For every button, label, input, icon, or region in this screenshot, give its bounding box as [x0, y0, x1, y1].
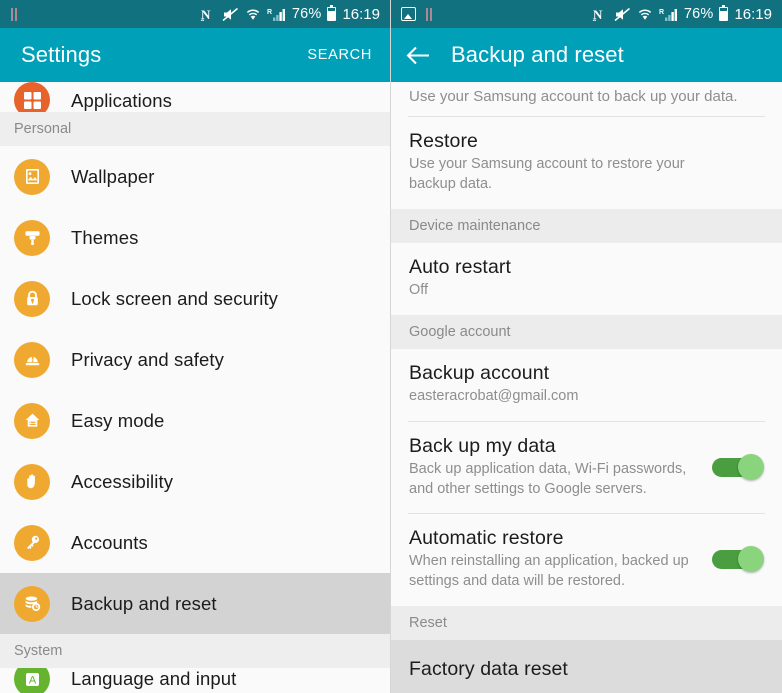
settings-app-bar: Settings SEARCH: [0, 28, 390, 82]
wallpaper-icon: [14, 158, 50, 195]
sidebar-item-wallpaper[interactable]: Wallpaper: [0, 146, 390, 207]
applications-icon: [14, 82, 50, 112]
item-description: When reinstalling an application, backed…: [409, 553, 689, 590]
sidebar-item-label: Accounts: [71, 531, 148, 553]
mute-icon: [222, 7, 239, 22]
sidebar-item-label: Language and input: [71, 668, 237, 689]
back-up-my-data-toggle[interactable]: [712, 453, 764, 480]
settings-panel: N R 76% 16:19 Settings SEARCH Applicatio…: [0, 0, 391, 693]
sidebar-item-label: Wallpaper: [71, 165, 155, 187]
item-title: Auto restart: [409, 255, 511, 278]
item-description: Use your Samsung account to restore your…: [409, 156, 685, 192]
item-description: easteracrobat@gmail.com: [409, 387, 579, 404]
backup-reset-icon: [14, 585, 50, 622]
settings-list: Applications Personal Wallpaper Themes L…: [0, 82, 390, 693]
sidebar-item-accounts[interactable]: Accounts: [0, 512, 390, 573]
svg-text:R: R: [267, 9, 272, 16]
svg-text:R: R: [659, 9, 664, 16]
sidebar-item-label: Accessibility: [71, 470, 174, 492]
sidebar-item-applications[interactable]: Applications: [0, 82, 390, 112]
list-item-automatic-restore[interactable]: Automatic restore When reinstalling an a…: [391, 514, 782, 606]
sidebar-item-themes[interactable]: Themes: [0, 207, 390, 268]
sidebar-item-label: Themes: [71, 226, 139, 248]
sidebar-item-lock-screen-and-security[interactable]: Lock screen and security: [0, 268, 390, 329]
battery-percent: 76%: [683, 6, 714, 22]
detail-app-bar: Backup and reset: [391, 28, 782, 82]
clipped-backup-description: Use your Samsung account to back up your…: [391, 82, 782, 116]
page-title: Backup and reset: [451, 42, 624, 67]
svg-text:A: A: [28, 674, 36, 686]
battery-percent: 76%: [291, 6, 322, 22]
themes-brush-icon: [14, 219, 50, 256]
dual-screenshot: N R 76% 16:19 Settings SEARCH Applicatio…: [0, 0, 782, 693]
section-header-reset: Reset: [391, 605, 782, 640]
status-bar-settings: N R 76% 16:19: [0, 0, 390, 28]
item-title: Factory data reset: [409, 657, 568, 680]
easy-mode-home-icon: [14, 402, 50, 439]
sidebar-item-easy-mode[interactable]: Easy mode: [0, 390, 390, 451]
gallery-icon: [401, 7, 416, 21]
item-title: Restore: [409, 130, 478, 152]
clock-time: 16:19: [734, 5, 772, 23]
item-title: Back up my data: [409, 434, 556, 457]
clock-time: 16:19: [342, 5, 380, 23]
sidebar-item-label: Lock screen and security: [71, 287, 279, 309]
toggle-thumb: [738, 453, 764, 480]
page-title: Settings: [21, 42, 102, 67]
sidebar-item-label: Easy mode: [71, 409, 165, 431]
roaming-signal-icon: R: [659, 7, 678, 22]
battery-icon: [327, 4, 337, 21]
item-title: Automatic restore: [409, 527, 564, 550]
item-description: Off: [409, 281, 429, 298]
sidebar-item-label: Applications: [71, 90, 172, 111]
sidebar-item-language-and-input[interactable]: A Language and input: [0, 668, 390, 693]
mute-icon: [614, 7, 631, 22]
roaming-signal-icon: R: [267, 7, 286, 22]
backup-reset-list: Use your Samsung account to back up your…: [391, 82, 782, 693]
language-input-icon: A: [14, 668, 50, 693]
accessibility-hand-icon: [14, 463, 50, 500]
list-item-factory-data-reset[interactable]: Factory data reset: [391, 639, 782, 693]
sidebar-item-label: Backup and reset: [71, 592, 217, 614]
sidebar-item-privacy-and-safety[interactable]: Privacy and safety: [0, 329, 390, 390]
nfc-icon: N: [592, 7, 608, 22]
item-title: Backup account: [409, 361, 550, 384]
list-item-back-up-my-data[interactable]: Back up my data Back up application data…: [391, 421, 782, 514]
accounts-key-icon: [14, 524, 50, 561]
section-header-google-account: Google account: [391, 314, 782, 349]
privacy-alert-icon: [14, 341, 50, 378]
back-arrow-icon[interactable]: [405, 42, 432, 69]
sidebar-item-accessibility[interactable]: Accessibility: [0, 451, 390, 512]
nfc-icon: N: [200, 7, 216, 22]
sidebar-item-label: Privacy and safety: [71, 348, 224, 370]
list-item-backup-account[interactable]: Backup account easteracrobat@gmail.com: [391, 348, 782, 421]
backup-and-reset-panel: N R 76% 16:19 Backup and reset Use your …: [391, 0, 782, 693]
list-item-auto-restart[interactable]: Auto restart Off: [391, 242, 782, 315]
wifi-icon: [245, 7, 261, 22]
wifi-icon: [637, 7, 653, 22]
section-header-device-maintenance: Device maintenance: [391, 208, 782, 243]
pause-icon: [10, 7, 18, 21]
section-header-system: System: [0, 634, 390, 668]
list-item-restore[interactable]: Restore Use your Samsung account to rest…: [391, 117, 782, 209]
section-header-personal: Personal: [0, 112, 390, 146]
search-button[interactable]: SEARCH: [305, 43, 374, 67]
pause-icon: [425, 7, 433, 21]
lock-icon: [14, 280, 50, 317]
status-bar-detail: N R 76% 16:19: [391, 0, 782, 28]
battery-icon: [719, 4, 729, 21]
toggle-thumb: [738, 546, 764, 573]
item-description: Back up application data, Wi-Fi password…: [409, 460, 687, 497]
sidebar-item-backup-and-reset[interactable]: Backup and reset: [0, 573, 390, 634]
automatic-restore-toggle[interactable]: [712, 546, 764, 573]
